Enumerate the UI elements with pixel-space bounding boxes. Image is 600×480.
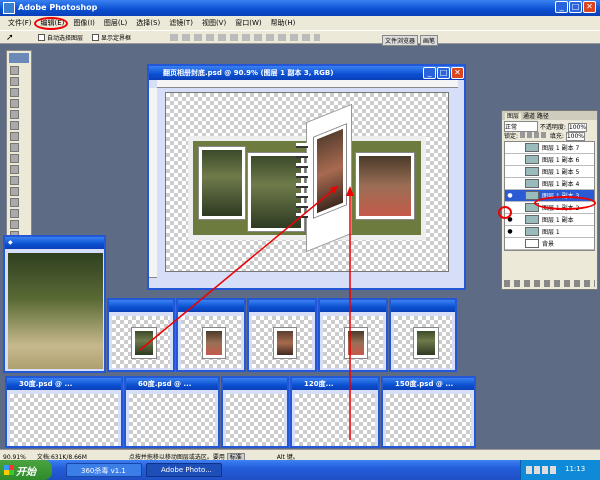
taskbar-item-label: Adobe Photo... <box>161 466 212 474</box>
arrow-line-1 <box>139 185 339 351</box>
taskbar: 开始 360杀毒 v1.1 Adobe Photo... 11:13 <box>0 460 600 480</box>
arrow-head-1 <box>330 186 338 194</box>
clock: 11:13 <box>565 465 586 473</box>
annotation-arrows <box>139 185 354 440</box>
windows-logo-icon <box>4 465 14 475</box>
tray-icons[interactable] <box>526 466 556 474</box>
taskbar-item-label: 360杀毒 v1.1 <box>81 467 126 475</box>
arrow-head-2 <box>346 186 354 196</box>
status-bar: 90.91% 文档:631K/8.66M 点按并拖移以移动图层或选区。要用 标准… <box>0 449 600 462</box>
start-label: 开始 <box>16 467 36 478</box>
taskbar-item-360[interactable]: 360杀毒 v1.1 <box>66 463 142 477</box>
taskbar-item-photoshop[interactable]: Adobe Photo... <box>146 463 222 477</box>
